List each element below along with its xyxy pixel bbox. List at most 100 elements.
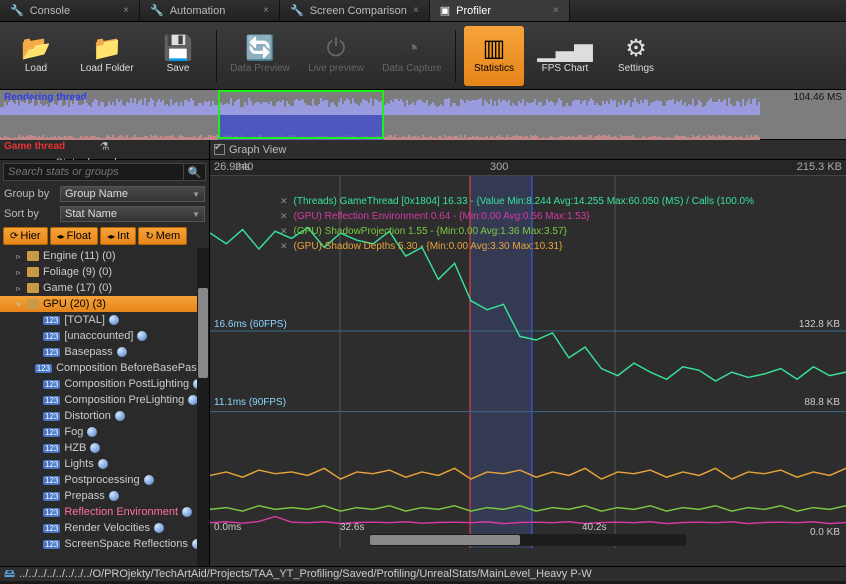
disclosure-icon[interactable]: ▹ xyxy=(14,268,23,277)
tree-item-label: Foliage (9) (0) xyxy=(43,266,112,278)
float-button[interactable]: ◂▸Float xyxy=(50,227,99,245)
graph-view-header: Graph View xyxy=(210,140,846,159)
game-thread-label: Game thread xyxy=(4,141,65,152)
disclosure-icon[interactable]: ▹ xyxy=(14,252,23,261)
folder-icon xyxy=(27,283,39,293)
tree-item[interactable]: ▹Engine (11) (0) xyxy=(0,248,209,264)
stat-tag-icon: 123 xyxy=(43,316,60,325)
pie-icon: ◔ xyxy=(405,37,420,61)
tree-item-label: HZB xyxy=(64,442,86,454)
timeline-selection[interactable] xyxy=(218,90,384,139)
stats-tree[interactable]: ▹Engine (11) (0)▹Foliage (9) (0)▹Game (1… xyxy=(0,248,209,566)
pin-icon[interactable] xyxy=(87,427,97,437)
pin-icon[interactable] xyxy=(109,491,119,501)
pin-icon[interactable] xyxy=(144,475,154,485)
pin-icon[interactable] xyxy=(154,523,164,533)
legend-row[interactable]: ✕(GPU) ShadowProjection 1.55 - {Min:0.00… xyxy=(280,226,754,237)
close-icon[interactable]: × xyxy=(123,5,129,16)
tree-item[interactable]: ▹ Foliage (9) (0) xyxy=(0,264,209,280)
data-capture-button[interactable]: ◔Data Capture xyxy=(377,26,447,86)
legend-row[interactable]: ✕(GPU) Shadow Depths 5.30 - {Min:0.00 Av… xyxy=(280,241,754,252)
timeline-overview[interactable]: Rendering thread 104.46 MS Game thread 0… xyxy=(0,90,846,140)
search-input[interactable] xyxy=(3,163,184,181)
load-button[interactable]: 📂Load xyxy=(6,26,66,86)
disclosure-icon[interactable]: ▹ xyxy=(14,284,23,293)
legend-row[interactable]: ✕(GPU) Reflection Environment 0.64 - {Mi… xyxy=(280,211,754,222)
tree-item[interactable]: 123Render Velocities xyxy=(0,520,209,536)
remove-series-icon[interactable]: ✕ xyxy=(280,196,288,207)
tab-profiler[interactable]: ▣Profiler× xyxy=(430,0,570,21)
pin-icon[interactable] xyxy=(98,459,108,469)
tree-item[interactable]: 123Fog xyxy=(0,424,209,440)
sort-by-label: Sort by xyxy=(4,208,54,220)
settings-button[interactable]: ⚙Settings xyxy=(606,26,666,86)
tree-item[interactable]: 123[TOTAL] xyxy=(0,312,209,328)
pin-icon[interactable] xyxy=(137,331,147,341)
sort-by-select[interactable]: Stat Name▼ xyxy=(60,206,205,222)
close-icon[interactable]: × xyxy=(263,5,269,16)
graph-h-scrollbar[interactable] xyxy=(370,534,686,546)
stat-tag-icon: 123 xyxy=(43,444,60,453)
tree-item-label: Game (17) (0) xyxy=(43,282,112,294)
tree-scrollbar[interactable] xyxy=(197,248,209,566)
pin-icon[interactable] xyxy=(117,347,127,357)
tree-item[interactable]: 123Composition PostLighting xyxy=(0,376,209,392)
tree-item[interactable]: 123ScreenSpace Reflections xyxy=(0,536,209,552)
remove-series-icon[interactable]: ✕ xyxy=(280,211,288,222)
tab-screen-comparison[interactable]: 🔧Screen Comparison× xyxy=(280,0,430,21)
tree-item[interactable]: 123Lights xyxy=(0,456,209,472)
disclosure-icon[interactable]: ▾ xyxy=(14,300,23,309)
data-preview-button[interactable]: 🔄Data Preview xyxy=(225,26,295,86)
tree-item-label: Render Velocities xyxy=(64,522,150,534)
tree-item[interactable]: 123 HZB xyxy=(0,440,209,456)
save-button[interactable]: 💾Save xyxy=(148,26,208,86)
hier-button[interactable]: ⟳Hier xyxy=(3,227,48,245)
tree-item[interactable]: 123Composition PreLighting xyxy=(0,392,209,408)
live-preview-button[interactable]: ⏻Live preview xyxy=(301,26,371,86)
graph-view[interactable]: 26.9ms 240 300 215.3 KB ✕(Threads) GameT… xyxy=(210,160,846,566)
bars-icon: ▥ xyxy=(483,37,506,61)
load-folder-button[interactable]: 📁Load Folder xyxy=(72,26,142,86)
pin-icon[interactable] xyxy=(90,443,100,453)
pin-icon[interactable] xyxy=(109,315,119,325)
refresh-icon: 🔄 xyxy=(245,37,275,61)
graph-view-checkbox[interactable] xyxy=(214,144,225,155)
wrench-icon: 🔧 xyxy=(290,4,304,17)
mem-button[interactable]: ↻Mem xyxy=(138,227,187,245)
tab-automation[interactable]: 🔧Automation× xyxy=(140,0,280,21)
int-button[interactable]: ◂▸Int xyxy=(100,227,136,245)
gear-icon: ⚙ xyxy=(625,37,647,61)
legend-row[interactable]: ✕(Threads) GameThread [0x1804] 16.33 - {… xyxy=(280,196,754,207)
stat-tag-icon: 123 xyxy=(43,332,60,341)
tree-item-label: Reflection Environment xyxy=(64,506,178,518)
tree-item[interactable]: 123Reflection Environment xyxy=(0,504,209,520)
close-icon[interactable]: × xyxy=(553,5,559,16)
search-icon[interactable]: 🔍 xyxy=(184,163,206,181)
pin-icon[interactable] xyxy=(115,411,125,421)
fps60-label: 16.6ms (60FPS) xyxy=(214,319,287,330)
tree-item[interactable]: 123Basepass xyxy=(0,344,209,360)
tree-item[interactable]: 123Prepass xyxy=(0,488,209,504)
status-path: ../../../../../../../../O/PROjekty/TechA… xyxy=(19,568,592,580)
fps-chart-button[interactable]: ▁▃▅FPS Chart xyxy=(530,26,600,86)
tab-console[interactable]: 🔧Console× xyxy=(0,0,140,21)
tree-item[interactable]: 123Composition BeforeBasePass xyxy=(0,360,209,376)
stat-tag-icon: 123 xyxy=(43,460,60,469)
stat-tag-icon: 123 xyxy=(43,396,60,405)
group-by-select[interactable]: Group Name▼ xyxy=(60,186,205,202)
group-by-label: Group by xyxy=(4,188,54,200)
tree-item[interactable]: ▾GPU (20) (3) xyxy=(0,296,209,312)
pin-icon[interactable] xyxy=(182,507,192,517)
tree-item[interactable]: 123Distortion xyxy=(0,408,209,424)
tree-item[interactable]: 123Postprocessing xyxy=(0,472,209,488)
remove-series-icon[interactable]: ✕ xyxy=(280,241,288,252)
stat-tag-icon: 123 xyxy=(43,412,60,421)
stat-tag-icon: 123 xyxy=(43,380,60,389)
remove-series-icon[interactable]: ✕ xyxy=(280,226,288,237)
close-icon[interactable]: × xyxy=(413,5,419,16)
status-bar: 🖴 ../../../../../../../../O/PROjekty/Tec… xyxy=(0,566,846,581)
folder-icon: 📁 xyxy=(92,37,122,61)
tree-item[interactable]: ▹ Game (17) (0) xyxy=(0,280,209,296)
tree-item[interactable]: 123[unaccounted] xyxy=(0,328,209,344)
statistics-button[interactable]: ▥Statistics xyxy=(464,26,524,86)
